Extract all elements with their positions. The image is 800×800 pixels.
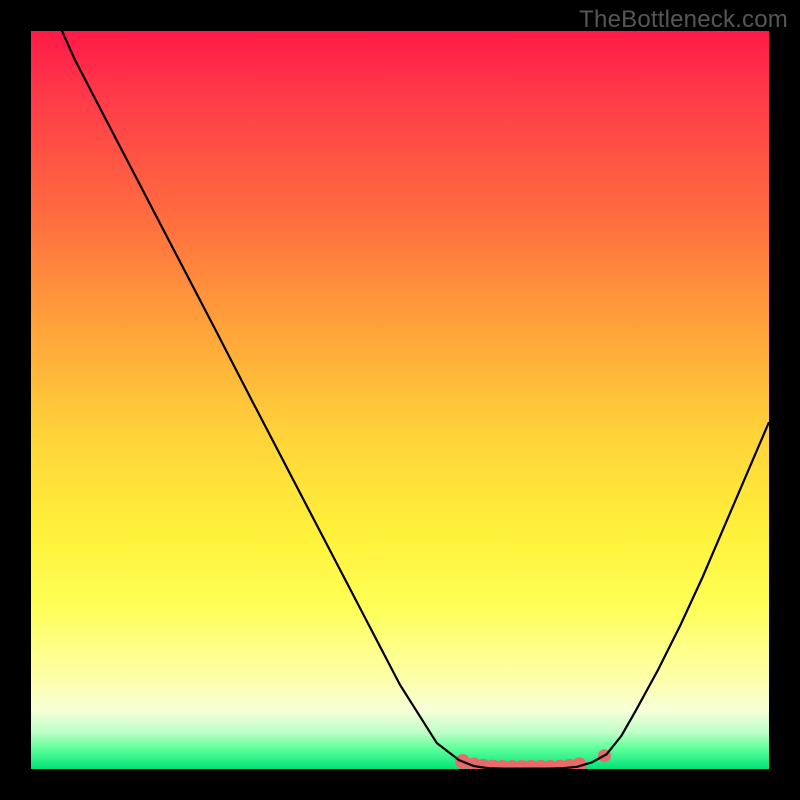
- chart-frame: TheBottleneck.com: [0, 0, 800, 800]
- plot-area: [31, 31, 769, 769]
- watermark-text: TheBottleneck.com: [579, 6, 788, 34]
- bottleneck-curve: [31, 31, 769, 769]
